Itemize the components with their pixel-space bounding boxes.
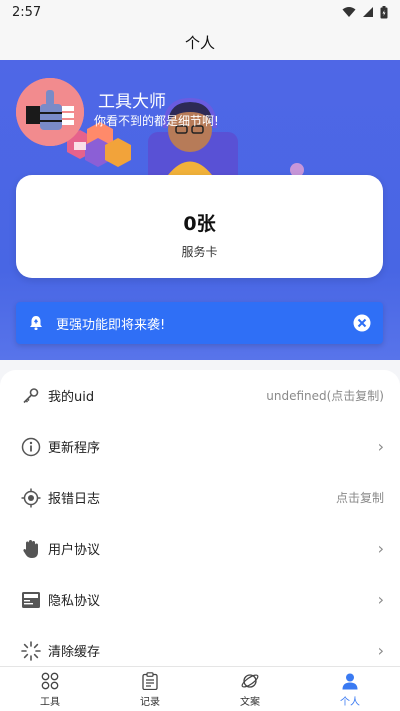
menu-item-error-log[interactable]: 报错日志 点击复制 <box>0 472 400 523</box>
nav-bar: 个人 <box>0 24 400 60</box>
key-icon <box>20 385 42 407</box>
service-card[interactable]: 0张 服务卡 <box>16 175 383 278</box>
avatar[interactable] <box>16 78 84 146</box>
menu-item-privacy[interactable]: 隐私协议 › <box>0 574 400 625</box>
person-icon <box>340 671 360 691</box>
thumbs-up-icon <box>16 78 84 146</box>
menu-item-label: 隐私协议 <box>48 594 101 609</box>
username: 工具大师 <box>98 92 166 112</box>
bell-icon <box>30 316 42 330</box>
menu-item-label: 我的uid <box>48 390 95 405</box>
menu-item-clear-cache[interactable]: 清除缓存 › <box>0 625 400 666</box>
tab-copywriting[interactable]: 文案 <box>200 667 300 711</box>
tab-label: 工具 <box>40 696 60 708</box>
signal-icon <box>363 7 373 17</box>
chevron-right-icon: › <box>377 641 384 660</box>
chevron-right-icon: › <box>377 437 384 456</box>
service-card-count: 0张 <box>183 213 216 235</box>
hand-icon <box>20 538 42 560</box>
target-icon <box>20 487 42 509</box>
service-card-label: 服务卡 <box>181 245 218 259</box>
bottom-tab-bar: 工具 记录 文案 个人 <box>0 666 400 711</box>
clipboard-icon <box>140 671 160 691</box>
chevron-right-icon: › <box>377 590 384 609</box>
planet-icon <box>240 671 260 691</box>
menu-item-label: 报错日志 <box>48 492 101 507</box>
status-bar: 2:57 <box>0 0 400 24</box>
wifi-icon <box>342 7 356 17</box>
menu-item-label: 更新程序 <box>48 441 101 456</box>
settings-menu: 我的uid undefined(点击复制) 更新程序 › 报错日志 点击复制 用… <box>0 370 400 666</box>
notice-text: 更强功能即将来袭! <box>56 317 166 333</box>
tab-label: 个人 <box>340 696 360 708</box>
status-time: 2:57 <box>12 4 42 20</box>
status-icons <box>342 5 388 19</box>
uid-value[interactable]: undefined(点击复制) <box>266 387 384 404</box>
menu-item-label: 清除缓存 <box>48 645 101 660</box>
tab-profile[interactable]: 个人 <box>300 667 400 711</box>
page-title: 个人 <box>184 33 215 52</box>
menu-item-user-agreement[interactable]: 用户协议 › <box>0 523 400 574</box>
chevron-right-icon: › <box>377 539 384 558</box>
menu-item-update[interactable]: 更新程序 › <box>0 421 400 472</box>
battery-icon <box>380 5 388 18</box>
tagline: 你看不到的都是细节啊! <box>94 114 219 128</box>
error-log-copy[interactable]: 点击复制 <box>336 489 384 506</box>
info-icon <box>20 436 42 458</box>
close-icon[interactable] <box>353 314 371 332</box>
tab-label: 记录 <box>140 696 160 708</box>
grid-icon <box>40 671 60 691</box>
tab-tools[interactable]: 工具 <box>0 667 100 711</box>
spinner-icon <box>20 640 42 662</box>
tab-label: 文案 <box>240 696 260 708</box>
tab-records[interactable]: 记录 <box>100 667 200 711</box>
menu-item-label: 用户协议 <box>48 543 101 558</box>
document-icon <box>20 589 42 611</box>
notice-banner: 更强功能即将来袭! <box>16 302 383 344</box>
menu-item-uid[interactable]: 我的uid undefined(点击复制) <box>0 370 400 421</box>
